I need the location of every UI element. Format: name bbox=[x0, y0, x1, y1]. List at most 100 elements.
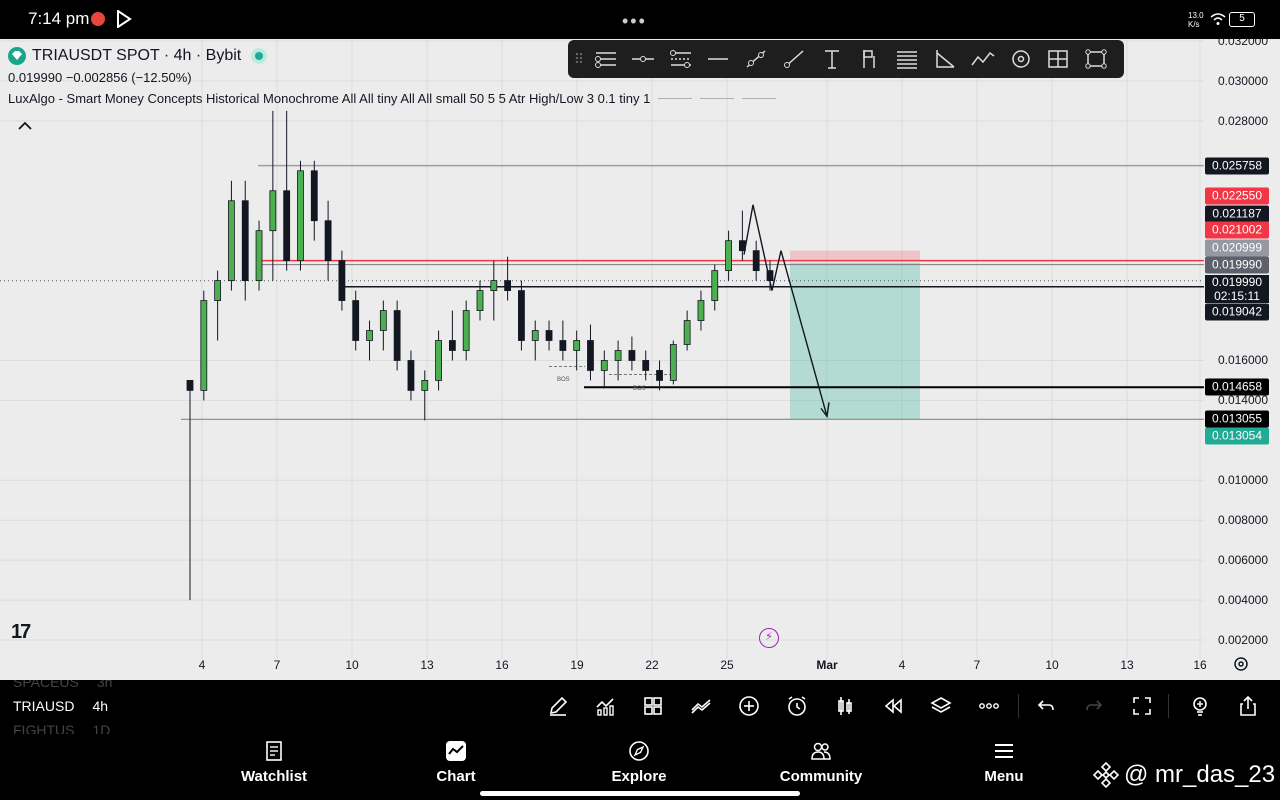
candle-body bbox=[545, 330, 553, 341]
watchlist-prev-tf: 3h bbox=[96, 680, 113, 690]
candle-body bbox=[435, 340, 442, 381]
ray-icon[interactable] bbox=[775, 40, 813, 78]
layout-grid-icon[interactable] bbox=[639, 692, 667, 720]
candle-body bbox=[725, 240, 732, 272]
candle-body bbox=[421, 380, 429, 391]
price-tick-label: 0.016000 bbox=[1217, 353, 1268, 368]
tradingview-logo[interactable]: 17 bbox=[11, 621, 31, 644]
candle-body bbox=[697, 300, 705, 321]
candle-body bbox=[476, 290, 484, 311]
candle-body bbox=[628, 350, 636, 361]
line-icon[interactable] bbox=[699, 40, 737, 78]
price-badge: 0.020999 bbox=[1205, 239, 1269, 257]
current-price-label: 0.019990 bbox=[1211, 275, 1263, 289]
price-tick-label: 0.030000 bbox=[1217, 73, 1268, 88]
drag-handle-icon[interactable]: ⠿ bbox=[572, 48, 586, 70]
nav-label: Menu bbox=[984, 768, 1024, 785]
date-tick-label: 7 bbox=[973, 658, 981, 672]
candle-body bbox=[214, 280, 222, 301]
redo-icon[interactable] bbox=[1080, 692, 1108, 720]
rectangle-icon[interactable] bbox=[1077, 40, 1115, 78]
watchlist-current-tf[interactable]: 4h bbox=[92, 698, 108, 714]
nav-chart[interactable]: Chart bbox=[401, 740, 511, 785]
more-icon[interactable] bbox=[975, 692, 1003, 720]
nav-explore[interactable]: Explore bbox=[584, 740, 694, 785]
alarm-icon[interactable] bbox=[783, 692, 811, 720]
add-icon[interactable] bbox=[735, 692, 763, 720]
bottom-toolbar: SPACEUS 3h TRIAUSD 4h FIGHTUS 1D bbox=[0, 680, 1280, 734]
price-chart[interactable] bbox=[0, 39, 1280, 680]
candle-body bbox=[573, 340, 581, 351]
candle-body bbox=[462, 310, 470, 351]
parallel-channel-icon[interactable] bbox=[662, 40, 700, 78]
circle-icon[interactable] bbox=[1002, 40, 1040, 78]
battery-icon: 5 bbox=[1229, 12, 1255, 27]
bos-label: BOS bbox=[633, 386, 646, 392]
watchlist-current-symbol[interactable]: TRIAUSD bbox=[13, 698, 74, 714]
share-icon[interactable] bbox=[1234, 692, 1262, 720]
stop-loss-zone bbox=[790, 250, 920, 261]
candles-icon[interactable] bbox=[831, 692, 859, 720]
toolbar-divider bbox=[1018, 694, 1019, 718]
date-tick-label: 4 bbox=[898, 658, 906, 672]
candle-body bbox=[297, 170, 304, 262]
price-badge: 0.021002 bbox=[1205, 221, 1269, 239]
compare-icon[interactable] bbox=[687, 692, 715, 720]
candle-body bbox=[241, 200, 249, 282]
crosshair-measure-icon[interactable] bbox=[1040, 40, 1078, 78]
date-tick-label: 16 bbox=[495, 658, 509, 672]
candle-body bbox=[310, 170, 318, 222]
candle-body bbox=[587, 340, 594, 371]
chevron-up-icon[interactable] bbox=[17, 119, 33, 131]
more-dots-icon[interactable]: ••• bbox=[622, 11, 647, 32]
watchlist-prev-symbol[interactable]: SPACEUS bbox=[13, 680, 79, 690]
candle-body bbox=[255, 230, 263, 282]
trend-line-icon[interactable] bbox=[737, 40, 775, 78]
symbol-logo-icon bbox=[8, 47, 26, 65]
nav-watchlist[interactable]: Watchlist bbox=[219, 740, 329, 785]
symbol-title[interactable]: TRIAUSDT SPOT · 4h · Bybit bbox=[32, 47, 241, 65]
indicators-icon[interactable] bbox=[591, 692, 619, 720]
replay-icon[interactable] bbox=[879, 692, 907, 720]
date-tick-label: 25 bbox=[720, 658, 734, 672]
watchlist-next-symbol[interactable]: FIGHTUS bbox=[13, 722, 74, 734]
candle-body bbox=[186, 380, 194, 391]
idea-icon[interactable] bbox=[1186, 692, 1214, 720]
price-change: 0.019990 −0.002856 (−12.50%) bbox=[8, 70, 192, 85]
nav-label: Explore bbox=[611, 768, 667, 785]
chart-icon bbox=[446, 741, 466, 761]
indicator-swatch bbox=[658, 98, 693, 99]
candle-body bbox=[200, 300, 208, 391]
indicator-swatch bbox=[742, 98, 777, 99]
horizontal-line-icon[interactable] bbox=[624, 40, 662, 78]
symbol-header[interactable]: TRIAUSDT SPOT · 4h · Bybit bbox=[8, 47, 268, 65]
nav-community[interactable]: Community bbox=[766, 740, 876, 785]
watchlist-mini[interactable]: SPACEUS 3h TRIAUSD 4h FIGHTUS 1D bbox=[13, 680, 133, 734]
price-tick-label: 0.028000 bbox=[1217, 113, 1268, 128]
pitchfork-icon[interactable] bbox=[888, 40, 926, 78]
lightning-icon[interactable]: ⚡ bbox=[759, 628, 779, 648]
play-store-icon bbox=[117, 10, 132, 28]
indicator-legend[interactable]: LuxAlgo - Smart Money Concepts Historica… bbox=[8, 91, 777, 106]
angle-icon[interactable] bbox=[926, 40, 964, 78]
layers-icon[interactable] bbox=[927, 692, 955, 720]
status-bar: 7:14 pm ••• 13.0 K/s 5 bbox=[0, 0, 1280, 39]
pencil-icon[interactable] bbox=[544, 692, 572, 720]
text-icon[interactable] bbox=[813, 40, 851, 78]
undo-icon[interactable] bbox=[1032, 692, 1060, 720]
price-badge: 0.025758 bbox=[1205, 157, 1269, 175]
date-tick-label: 16 bbox=[1193, 658, 1207, 672]
home-indicator[interactable] bbox=[480, 791, 800, 796]
path-icon[interactable] bbox=[964, 40, 1002, 78]
nav-menu[interactable]: Menu bbox=[949, 740, 1059, 785]
fullscreen-icon[interactable] bbox=[1128, 692, 1156, 720]
indicator-name[interactable]: LuxAlgo - Smart Money Concepts Historica… bbox=[8, 91, 650, 106]
price-tick-label: 0.010000 bbox=[1217, 473, 1268, 488]
date-tick-label: 4 bbox=[198, 658, 206, 672]
horizontal-ray-icon[interactable] bbox=[586, 40, 624, 78]
gear-icon[interactable] bbox=[1233, 656, 1249, 672]
candle-body bbox=[366, 330, 373, 341]
candle-body bbox=[269, 190, 277, 232]
flag-icon[interactable] bbox=[851, 40, 889, 78]
chart-area[interactable]: TRIAUSDT SPOT · 4h · Bybit 0.019990 −0.0… bbox=[0, 39, 1280, 680]
